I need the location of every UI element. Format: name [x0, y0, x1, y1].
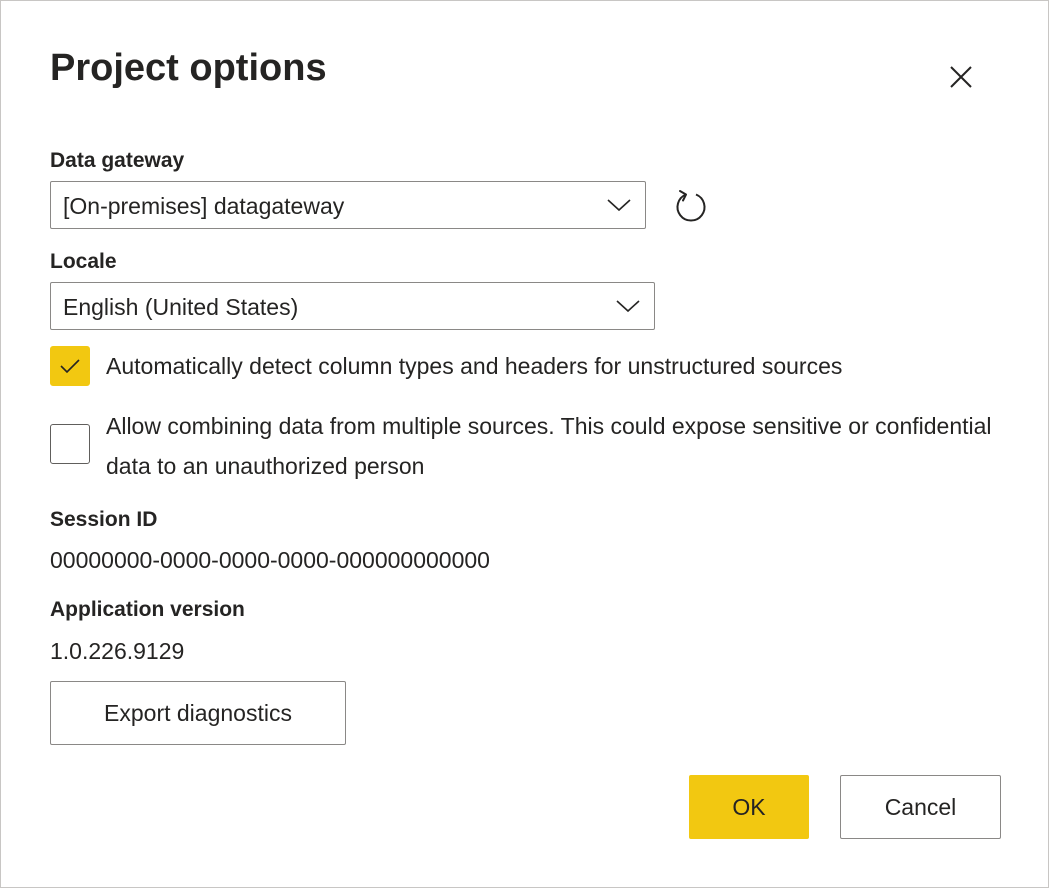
export-diagnostics-button[interactable]: Export diagnostics [50, 681, 346, 745]
locale-select[interactable]: English (United States) [50, 282, 655, 330]
close-button[interactable] [941, 57, 981, 97]
allow-combining-checkbox[interactable] [50, 424, 90, 464]
data-gateway-value: [On-premises] datagateway [63, 193, 345, 219]
close-icon [950, 66, 972, 88]
chevron-down-icon [607, 199, 631, 212]
checkmark-icon [60, 359, 80, 374]
refresh-icon [676, 190, 706, 222]
dialog-title: Project options [50, 47, 327, 89]
auto-detect-checkbox[interactable] [50, 346, 90, 386]
application-version-label: Application version [50, 598, 245, 621]
auto-detect-label: Automatically detect column types and he… [106, 353, 843, 379]
allow-combining-label: Allow combining data from multiple sourc… [106, 413, 992, 479]
data-gateway-select[interactable]: [On-premises] datagateway [50, 181, 646, 229]
cancel-button[interactable]: Cancel [840, 775, 1001, 839]
session-id-value: 00000000-0000-0000-0000-000000000000 [50, 547, 490, 573]
ok-button[interactable]: OK [689, 775, 809, 839]
session-id-label: Session ID [50, 508, 158, 531]
data-gateway-label: Data gateway [50, 149, 185, 172]
chevron-down-icon [616, 300, 640, 313]
locale-value: English (United States) [63, 294, 299, 320]
locale-label: Locale [50, 250, 117, 273]
project-options-dialog: Project options Data gateway [On-premise… [0, 0, 1049, 888]
application-version-value: 1.0.226.9129 [50, 638, 185, 664]
refresh-gateway-button[interactable] [669, 184, 713, 228]
